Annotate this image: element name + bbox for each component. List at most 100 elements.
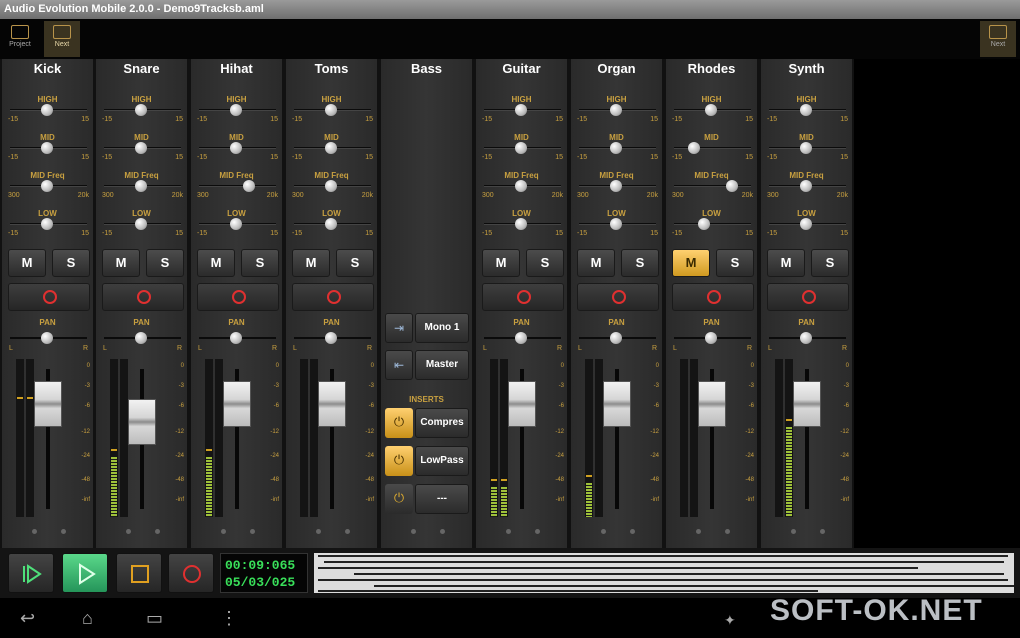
record-arm-button[interactable] <box>672 283 754 311</box>
record-arm-button[interactable] <box>577 283 659 311</box>
pan-knob[interactable] <box>705 332 717 344</box>
back-icon[interactable]: ↩ <box>20 608 35 629</box>
record-button[interactable] <box>168 553 214 593</box>
mute-button[interactable]: M <box>482 249 520 277</box>
db-tick: -48 <box>175 477 184 483</box>
power-icon[interactable]: ⏻ <box>385 484 413 514</box>
volume-fader[interactable] <box>128 399 156 445</box>
solo-button[interactable]: S <box>811 249 849 277</box>
mute-button[interactable]: M <box>672 249 710 277</box>
eq-knob[interactable] <box>800 142 812 154</box>
eq-slider-track[interactable] <box>199 185 276 187</box>
insert-slot[interactable]: ⏻ Compres <box>385 408 469 438</box>
pan-knob[interactable] <box>800 332 812 344</box>
eq-knob[interactable] <box>610 104 622 116</box>
eq-knob[interactable] <box>610 180 622 192</box>
eq-knob[interactable] <box>243 180 255 192</box>
pan-knob[interactable] <box>41 332 53 344</box>
eq-knob[interactable] <box>325 218 337 230</box>
eq-knob[interactable] <box>135 180 147 192</box>
route-button-mono1[interactable]: ⇥ Mono 1 <box>385 313 469 343</box>
stop-button[interactable] <box>116 553 162 593</box>
eq-knob[interactable] <box>800 218 812 230</box>
volume-fader[interactable] <box>603 381 631 427</box>
eq-knob[interactable] <box>325 104 337 116</box>
pan-knob[interactable] <box>135 332 147 344</box>
menu-icon[interactable]: ⋮ <box>220 608 238 629</box>
recent-apps-icon[interactable]: ▭ <box>146 608 163 629</box>
volume-fader[interactable] <box>34 381 62 427</box>
eq-knob[interactable] <box>515 218 527 230</box>
eq-knob[interactable] <box>688 142 700 154</box>
solo-button[interactable]: S <box>621 249 659 277</box>
eq-knob[interactable] <box>135 142 147 154</box>
eq-knob[interactable] <box>41 142 53 154</box>
eq-knob[interactable] <box>515 142 527 154</box>
eq-knob[interactable] <box>515 104 527 116</box>
eq-knob[interactable] <box>41 104 53 116</box>
eq-knob[interactable] <box>325 142 337 154</box>
solo-button[interactable]: S <box>52 249 90 277</box>
mute-button[interactable]: M <box>292 249 330 277</box>
record-arm-button[interactable] <box>292 283 374 311</box>
home-icon[interactable]: ⌂ <box>82 608 93 629</box>
eq-knob[interactable] <box>610 218 622 230</box>
return-to-start-button[interactable] <box>8 553 54 593</box>
pan-knob[interactable] <box>325 332 337 344</box>
pan-knob[interactable] <box>230 332 242 344</box>
eq-slider-track[interactable] <box>674 223 751 225</box>
eq-label: MID <box>40 133 55 142</box>
eq-slider-track[interactable] <box>674 147 751 149</box>
solo-button[interactable]: S <box>336 249 374 277</box>
eq-knob[interactable] <box>610 142 622 154</box>
eq-knob[interactable] <box>41 218 53 230</box>
record-arm-button[interactable] <box>767 283 849 311</box>
solo-button[interactable]: S <box>241 249 279 277</box>
song-overview[interactable] <box>314 553 1014 593</box>
volume-fader[interactable] <box>223 381 251 427</box>
solo-button[interactable]: S <box>716 249 754 277</box>
eq-knob[interactable] <box>230 142 242 154</box>
eq-slider-track[interactable] <box>674 185 751 187</box>
eq-knob[interactable] <box>705 104 717 116</box>
eq-knob[interactable] <box>726 180 738 192</box>
volume-fader[interactable] <box>508 381 536 427</box>
mute-button[interactable]: M <box>577 249 615 277</box>
pan-knob[interactable] <box>610 332 622 344</box>
mute-button[interactable]: M <box>102 249 140 277</box>
route-button-master[interactable]: ⇤ Master <box>385 350 469 380</box>
eq-knob[interactable] <box>800 104 812 116</box>
power-icon[interactable]: ⏻ <box>385 408 413 438</box>
record-arm-button[interactable] <box>482 283 564 311</box>
eq-knob[interactable] <box>325 180 337 192</box>
volume-fader[interactable] <box>698 381 726 427</box>
mute-button[interactable]: M <box>197 249 235 277</box>
eq-label: LOW <box>38 209 57 218</box>
mute-button[interactable]: M <box>767 249 805 277</box>
eq-knob[interactable] <box>230 104 242 116</box>
eq-knob[interactable] <box>800 180 812 192</box>
solo-button[interactable]: S <box>146 249 184 277</box>
play-button[interactable] <box>62 553 108 593</box>
eq-knob[interactable] <box>230 218 242 230</box>
record-arm-button[interactable] <box>8 283 90 311</box>
eq-knob[interactable] <box>41 180 53 192</box>
volume-fader[interactable] <box>318 381 346 427</box>
next-panel-button[interactable]: Next <box>980 21 1016 57</box>
eq-knob[interactable] <box>515 180 527 192</box>
insert-slot[interactable]: ⏻ LowPass <box>385 446 469 476</box>
power-icon[interactable]: ⏻ <box>385 446 413 476</box>
eq-knob[interactable] <box>135 218 147 230</box>
eq-knob[interactable] <box>698 218 710 230</box>
project-button[interactable]: Project <box>2 21 38 57</box>
mute-button[interactable]: M <box>8 249 46 277</box>
next-button[interactable]: Next <box>44 21 80 57</box>
solo-button[interactable]: S <box>526 249 564 277</box>
record-arm-button[interactable] <box>102 283 184 311</box>
pan-knob[interactable] <box>515 332 527 344</box>
eq-knob[interactable] <box>135 104 147 116</box>
insert-slot[interactable]: ⏻ --- <box>385 484 469 514</box>
db-scale: 0 -3 -6 -12 -24 -48 -inf <box>68 359 92 519</box>
record-arm-button[interactable] <box>197 283 279 311</box>
volume-fader[interactable] <box>793 381 821 427</box>
